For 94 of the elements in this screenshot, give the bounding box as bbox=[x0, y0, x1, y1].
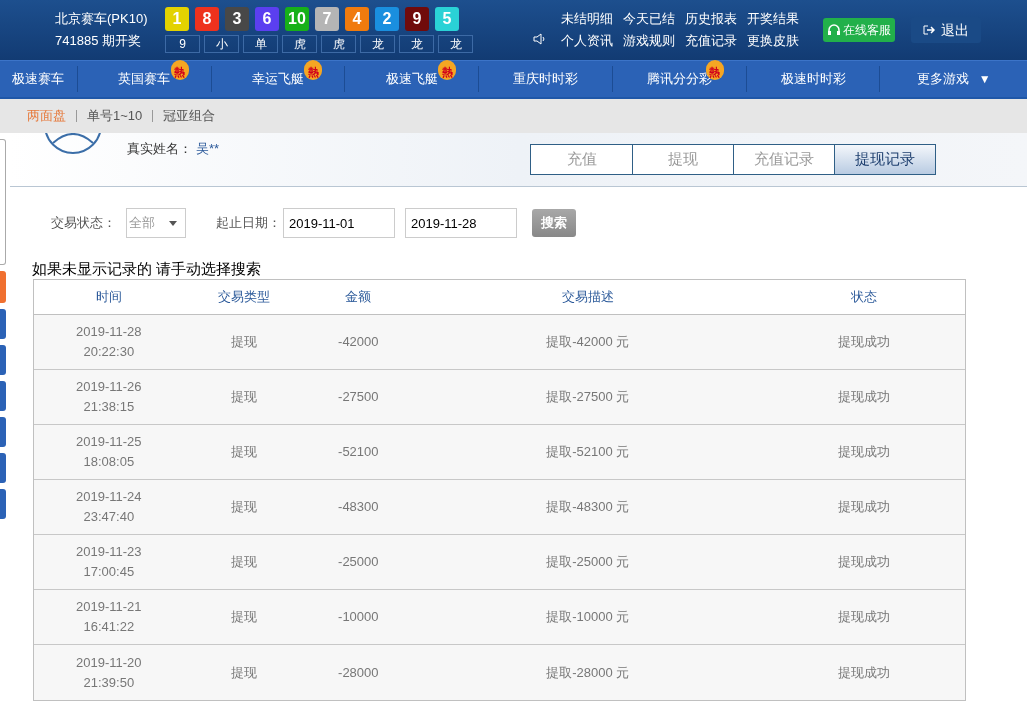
column-header: 状态 bbox=[850, 288, 877, 307]
nav-link[interactable]: 极速赛车 bbox=[12, 69, 65, 89]
table-cell-text: 提取-10000 元 bbox=[546, 608, 630, 627]
header-link[interactable]: 开奖结果 bbox=[747, 8, 799, 30]
table-cell-text: 提取-27500 元 bbox=[546, 388, 630, 407]
header-link[interactable]: 今天已结 bbox=[623, 8, 675, 30]
header-link[interactable]: 历史报表 bbox=[685, 8, 737, 30]
column-header: 金额 bbox=[345, 288, 372, 307]
table-cell-text: 提取-25000 元 bbox=[546, 553, 630, 572]
game-name: 北京赛车(PK10) bbox=[55, 10, 149, 28]
name-label: 真实姓名： bbox=[127, 140, 192, 158]
result-cell: 虎 bbox=[321, 35, 356, 53]
table-cell-text: 提现成功 bbox=[837, 553, 890, 572]
table-cell-text: -27500 bbox=[338, 388, 379, 407]
table-cell-text: -28000 bbox=[338, 663, 379, 682]
side-tab[interactable] bbox=[0, 345, 6, 375]
table-cell-text: -10000 bbox=[338, 608, 379, 627]
result-cell: 龙 bbox=[399, 35, 434, 53]
tab[interactable]: 充值 bbox=[531, 145, 632, 174]
table-cell-text: -48300 bbox=[338, 498, 379, 517]
date-label: 起止日期： bbox=[216, 214, 281, 233]
table-cell-text: 提现 bbox=[230, 498, 257, 517]
hot-badge: 熱 bbox=[438, 60, 457, 80]
column-header: 交易描述 bbox=[561, 288, 614, 307]
table-cell-text: 提现成功 bbox=[837, 608, 890, 627]
tab[interactable]: 充值记录 bbox=[733, 145, 834, 174]
table-cell-text: 提现成功 bbox=[837, 443, 890, 462]
table-cell-text: 提现 bbox=[230, 663, 257, 682]
table-cell-text: 2019-11-28 20:22:30 bbox=[75, 323, 143, 361]
hint-text: 如果未显示记录的 请手动选择搜索 bbox=[32, 259, 263, 279]
draw-number: 741885 期开奖 bbox=[55, 32, 142, 50]
table-cell-text: 提取-52100 元 bbox=[546, 443, 630, 462]
result-cell: 单 bbox=[243, 35, 278, 53]
header-link[interactable]: 充值记录 bbox=[685, 30, 737, 52]
nav-link[interactable]: 更多游戏 ▼ bbox=[916, 69, 991, 89]
result-cell: 虎 bbox=[282, 35, 317, 53]
side-tab[interactable] bbox=[0, 139, 6, 265]
nav-link[interactable]: 极速时时彩 bbox=[780, 69, 846, 89]
table-cell-text: 提取-48300 元 bbox=[546, 498, 630, 517]
table-cell-text: 提现成功 bbox=[837, 498, 890, 517]
side-tab[interactable] bbox=[0, 417, 6, 447]
hot-badge: 熱 bbox=[304, 60, 323, 80]
nav-link[interactable]: 英国赛车 bbox=[118, 69, 171, 89]
column-header: 交易类型 bbox=[217, 288, 270, 307]
table-cell-text: 2019-11-20 21:39:50 bbox=[75, 653, 143, 692]
nav-link[interactable]: 极速飞艇 bbox=[385, 69, 438, 89]
result-cell: 龙 bbox=[438, 35, 473, 53]
side-tab[interactable] bbox=[0, 453, 6, 483]
status-dropdown[interactable]: 全部 bbox=[126, 208, 186, 238]
table-cell-text: -52100 bbox=[338, 443, 379, 462]
speaker-icon[interactable] bbox=[533, 32, 547, 46]
table-cell-text: 提现成功 bbox=[837, 333, 890, 352]
logout-icon bbox=[923, 24, 935, 36]
table-cell-text: 提现成功 bbox=[837, 388, 890, 407]
header-link[interactable]: 更换皮肤 bbox=[747, 30, 799, 52]
table-cell-text: -42000 bbox=[338, 333, 379, 352]
nav-link[interactable]: 幸运飞艇 bbox=[251, 69, 304, 89]
table-cell-text: 提现 bbox=[230, 388, 257, 407]
side-tab[interactable] bbox=[0, 489, 6, 519]
table-cell-text: 提现 bbox=[230, 608, 257, 627]
column-header: 时间 bbox=[95, 288, 122, 307]
table-cell-text: 2019-11-25 18:08:05 bbox=[75, 433, 143, 471]
table-cell-text: 2019-11-24 23:47:40 bbox=[75, 488, 143, 526]
table-cell-text: 提取-42000 元 bbox=[546, 333, 630, 352]
header-link[interactable]: 游戏规则 bbox=[623, 30, 675, 52]
subnav-tab[interactable]: 冠亚组合 bbox=[163, 106, 216, 126]
table-cell-text: 2019-11-26 21:38:15 bbox=[75, 378, 143, 416]
header-link[interactable]: 个人资讯 bbox=[561, 30, 613, 52]
side-tab[interactable] bbox=[0, 381, 6, 411]
tab[interactable]: 提现记录 bbox=[834, 145, 935, 174]
table-cell-text: 2019-11-21 16:41:22 bbox=[75, 598, 143, 636]
table-cell-text: 提现成功 bbox=[837, 663, 890, 682]
result-cell: 小 bbox=[204, 35, 239, 53]
result-cell: 9 bbox=[165, 35, 200, 53]
side-tab[interactable] bbox=[0, 309, 6, 339]
table-cell-text: 2019-11-23 17:00:45 bbox=[75, 543, 143, 581]
status-label: 交易状态： bbox=[51, 214, 116, 233]
nav-link[interactable]: 重庆时时彩 bbox=[512, 69, 578, 89]
table-cell-text: 提取-28000 元 bbox=[546, 663, 630, 682]
headset-icon bbox=[827, 23, 841, 37]
hot-badge: 熱 bbox=[170, 60, 189, 80]
end-date-field[interactable]: 2019-11-28 bbox=[405, 208, 517, 238]
table-cell-text: -25000 bbox=[338, 553, 379, 572]
table-cell-text: 提现 bbox=[230, 553, 257, 572]
name-value: 吴** bbox=[196, 140, 220, 158]
table-cell-text: 提现 bbox=[230, 333, 257, 352]
table-cell-text: 提现 bbox=[230, 443, 257, 462]
header-link[interactable]: 未结明细 bbox=[561, 8, 613, 30]
start-date-field[interactable]: 2019-11-01 bbox=[283, 208, 395, 238]
caret-icon bbox=[169, 220, 177, 226]
result-cell: 龙 bbox=[360, 35, 395, 53]
dropdown-arrow: ▼ bbox=[978, 71, 991, 88]
subnav-tab[interactable]: 单号1~10 bbox=[87, 106, 143, 126]
side-tab[interactable] bbox=[0, 271, 6, 303]
